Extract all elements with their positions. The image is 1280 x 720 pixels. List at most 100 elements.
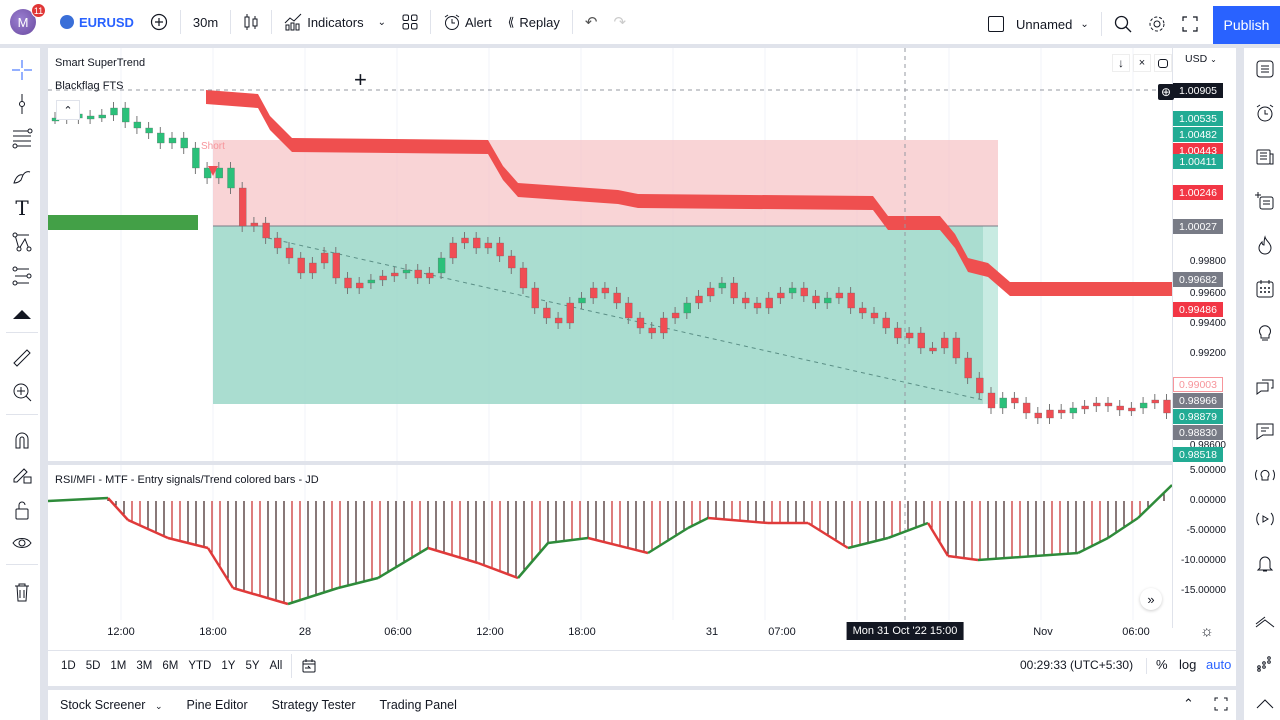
candle-body bbox=[788, 287, 797, 294]
arrow-down-icon: ↓ bbox=[1118, 56, 1124, 70]
rsi-mfi-legend[interactable]: RSI/MFI - MTF - Entry signals/Trend colo… bbox=[55, 474, 319, 486]
log-toggle[interactable]: log bbox=[1179, 657, 1196, 672]
notifications-button[interactable] bbox=[1250, 548, 1280, 578]
main-chart-canvas[interactable] bbox=[48, 48, 1172, 628]
chats-button[interactable] bbox=[1250, 372, 1280, 402]
range-6m[interactable]: 6M bbox=[162, 660, 178, 672]
compare-button[interactable] bbox=[142, 2, 176, 42]
watchlist-button[interactable] bbox=[1250, 54, 1280, 84]
measure-tool[interactable] bbox=[8, 344, 36, 372]
trade-button[interactable] bbox=[1250, 608, 1280, 638]
chart-area[interactable]: Smart SuperTrend Blackflag FTS ⌃ Short +… bbox=[48, 48, 1236, 686]
calendar-arrow-icon bbox=[302, 658, 316, 672]
data-window-button[interactable] bbox=[1250, 186, 1280, 216]
dom-button[interactable] bbox=[1250, 648, 1280, 678]
prediction-tool[interactable] bbox=[8, 262, 36, 290]
alerts-button[interactable] bbox=[1250, 98, 1280, 128]
publish-button[interactable]: Publish bbox=[1213, 6, 1280, 44]
trendline-tool[interactable] bbox=[8, 90, 36, 118]
chart-type-button[interactable] bbox=[235, 2, 267, 42]
remove-drawings-tool[interactable] bbox=[8, 578, 36, 606]
collapse-pane-button[interactable]: × bbox=[1133, 54, 1151, 72]
streams-button[interactable] bbox=[1250, 504, 1280, 534]
chart-settings-button[interactable]: ☼ bbox=[1200, 623, 1214, 640]
magnet-tool[interactable] bbox=[8, 426, 36, 454]
right-sidebar bbox=[1240, 48, 1280, 720]
chevron-down-icon: ⌄ bbox=[1080, 18, 1089, 30]
candle-body bbox=[110, 107, 118, 116]
range-5y[interactable]: 5Y bbox=[245, 660, 259, 672]
tab-strategy-tester[interactable]: Strategy Tester bbox=[272, 698, 356, 712]
collapse-sidebar-button[interactable] bbox=[1250, 688, 1280, 718]
chat-bubbles-icon bbox=[1256, 379, 1274, 395]
divider bbox=[1100, 12, 1102, 36]
range-all[interactable]: All bbox=[270, 660, 283, 672]
move-pane-down-button[interactable]: ↓ bbox=[1112, 54, 1130, 72]
time-axis[interactable]: 12:00 18:00 28 06:00 12:00 18:00 31 07:0… bbox=[48, 620, 1236, 644]
lock-drawings-tool[interactable] bbox=[8, 460, 36, 488]
add-alert-plus-button[interactable]: ⊕ bbox=[1158, 84, 1174, 100]
ideas-button[interactable] bbox=[1250, 318, 1280, 348]
interval-button[interactable]: 30m bbox=[185, 2, 226, 42]
range-1d[interactable]: 1D bbox=[61, 660, 76, 672]
crosshair-tool[interactable] bbox=[8, 56, 36, 84]
maximize-pane-button[interactable] bbox=[1154, 54, 1172, 72]
range-ytd[interactable]: YTD bbox=[188, 660, 211, 672]
zoom-tool[interactable] bbox=[8, 378, 36, 406]
expand-panel-button[interactable]: ⌃ bbox=[1183, 696, 1194, 712]
text-tool[interactable]: T bbox=[8, 194, 36, 222]
indicators-icon bbox=[284, 13, 302, 31]
hide-drawings-tool[interactable] bbox=[8, 530, 36, 558]
redo-button[interactable]: ↷ bbox=[605, 2, 634, 42]
pattern-tool[interactable] bbox=[8, 228, 36, 256]
tab-pine-editor[interactable]: Pine Editor bbox=[187, 698, 248, 712]
range-3m[interactable]: 3M bbox=[136, 660, 152, 672]
alert-button[interactable]: Alert bbox=[435, 2, 500, 42]
price-tag: 0.98966 bbox=[1173, 393, 1223, 408]
shapes-tool[interactable] bbox=[8, 298, 36, 326]
pencil-lock-icon bbox=[13, 468, 32, 484]
symbol-search[interactable]: EURUSD bbox=[52, 2, 142, 42]
price-tag: 1.00905 bbox=[1173, 83, 1223, 98]
calendar-button[interactable] bbox=[1250, 274, 1280, 304]
range-1m[interactable]: 1M bbox=[110, 660, 126, 672]
clock-timezone[interactable]: 00:29:33 (UTC+5:30) bbox=[1020, 658, 1133, 672]
streams-ideas-button[interactable] bbox=[1250, 460, 1280, 490]
tab-trading-panel[interactable]: Trading Panel bbox=[380, 698, 457, 712]
indicator-legend-blackflag[interactable]: Blackflag FTS bbox=[55, 80, 123, 92]
indicator-legend-supertrend[interactable]: Smart SuperTrend bbox=[55, 57, 145, 69]
supertrend-up-band bbox=[48, 215, 198, 230]
goto-date-button[interactable] bbox=[301, 658, 317, 674]
collapse-legend-button[interactable]: ⌃ bbox=[56, 100, 80, 120]
user-avatar[interactable]: M 11 bbox=[10, 3, 46, 35]
percent-toggle[interactable]: % bbox=[1156, 657, 1168, 672]
dots-grid-icon bbox=[1257, 656, 1271, 672]
tab-stock-screener[interactable]: Stock Screener ⌄ bbox=[60, 698, 163, 712]
price-axis[interactable]: USD ⌄ 0.99800 0.99600 0.99400 0.99200 0.… bbox=[1172, 48, 1236, 628]
indicators-button[interactable]: Indicators ⌄ bbox=[276, 2, 394, 42]
candle-body bbox=[753, 302, 762, 309]
fullscreen-button[interactable] bbox=[1174, 4, 1206, 44]
osc-line-segment bbox=[687, 516, 709, 530]
replay-button[interactable]: ⟪ Replay bbox=[500, 2, 568, 42]
maximize-panel-button[interactable] bbox=[1214, 697, 1228, 711]
messages-button[interactable] bbox=[1250, 416, 1280, 446]
hotlists-button[interactable] bbox=[1250, 230, 1280, 260]
osc-line-segment bbox=[1077, 536, 1109, 555]
auto-toggle[interactable]: auto bbox=[1206, 657, 1231, 672]
lock-all-tool[interactable] bbox=[8, 496, 36, 524]
range-1y[interactable]: 1Y bbox=[221, 660, 235, 672]
undo-button[interactable]: ↶ bbox=[577, 2, 606, 42]
templates-button[interactable] bbox=[394, 2, 426, 42]
brush-tool[interactable] bbox=[8, 160, 36, 188]
search-button[interactable] bbox=[1106, 4, 1140, 44]
scroll-to-realtime-button[interactable]: » bbox=[1140, 588, 1162, 610]
news-button[interactable] bbox=[1250, 142, 1280, 172]
layout-button[interactable]: Unnamed ⌄ bbox=[980, 4, 1097, 44]
candle-body bbox=[941, 337, 949, 349]
settings-button[interactable] bbox=[1140, 4, 1174, 44]
range-5d[interactable]: 5D bbox=[86, 660, 101, 672]
chevron-down-icon: ⌄ bbox=[154, 701, 163, 711]
fib-tool[interactable] bbox=[8, 124, 36, 152]
currency-selector[interactable]: USD ⌄ bbox=[1185, 53, 1217, 65]
